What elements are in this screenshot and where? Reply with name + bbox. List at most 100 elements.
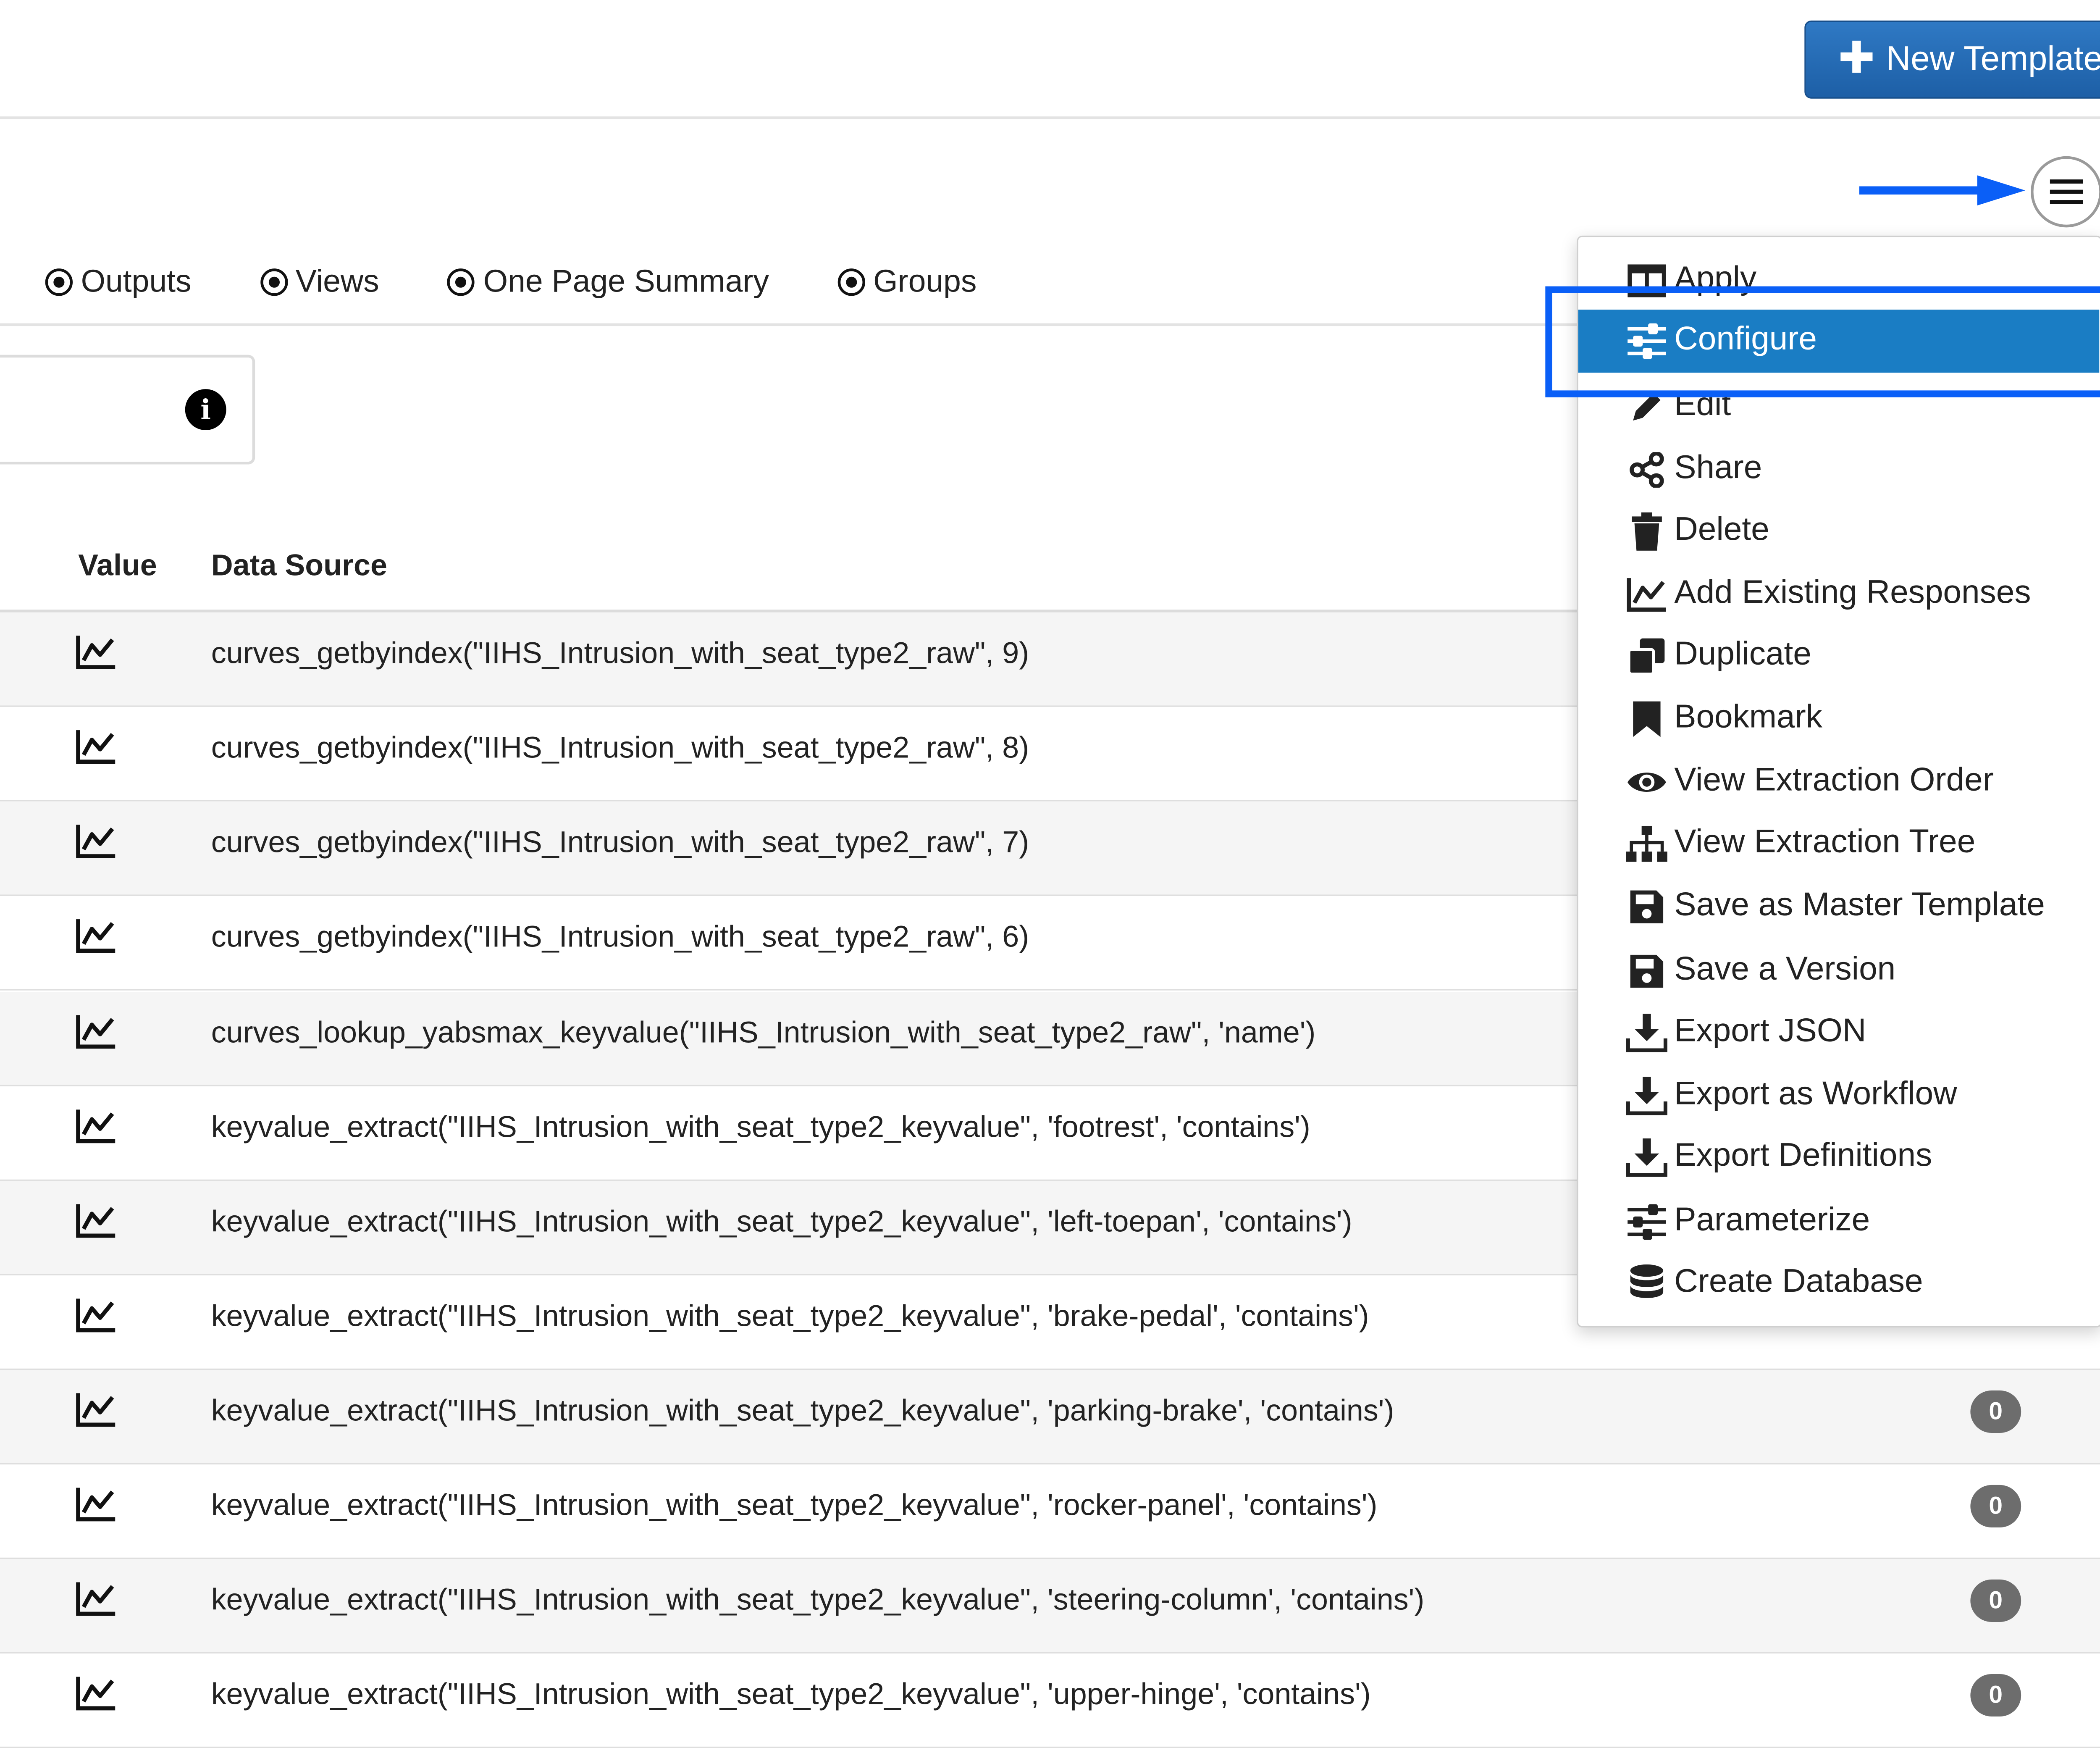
data-source-cell: keyvalue_extract("IIHS_Intrusion_with_se… <box>211 1109 1310 1144</box>
column-header-value[interactable]: Value <box>78 548 157 584</box>
new-template-label: New Template <box>1886 39 2100 78</box>
data-source-cell: keyvalue_extract("IIHS_Intrusion_with_se… <box>211 1204 1352 1238</box>
menu-item-share[interactable]: Share <box>1578 439 2100 499</box>
tab-views[interactable]: Views <box>260 263 379 300</box>
tab-groups[interactable]: Groups <box>837 263 976 300</box>
menu-item-label: Export as Workflow <box>1674 1075 1957 1112</box>
menu-item-view-extraction-tree[interactable]: View Extraction Tree <box>1578 812 2100 873</box>
menu-item-export-as-workflow[interactable]: Export as Workflow <box>1578 1065 2100 1125</box>
menu-item-save-a-version[interactable]: Save a Version <box>1578 940 2100 1000</box>
data-source-cell: curves_lookup_yabsmax_keyvalue("IIHS_Int… <box>211 1015 1316 1049</box>
menu-item-save-as-master-template[interactable]: Save as Master Template <box>1578 875 2100 936</box>
menu-item-label: Export Definitions <box>1674 1137 1932 1174</box>
count-badge: 0 <box>1970 1485 2021 1528</box>
menu-item-label: Delete <box>1674 511 1769 548</box>
data-source-cell: keyvalue_extract("IIHS_Intrusion_with_se… <box>211 1582 1425 1617</box>
trash-icon <box>1626 511 1667 552</box>
line-chart-icon[interactable] <box>76 823 117 859</box>
data-source-cell: curves_getbyindex("IIHS_Intrusion_with_s… <box>211 825 1029 859</box>
tabs-divider <box>0 323 1577 326</box>
data-source-cell: curves_getbyindex("IIHS_Intrusion_with_s… <box>211 730 1029 765</box>
menu-item-parameterize[interactable]: Parameterize <box>1578 1191 2100 1251</box>
line-chart-icon[interactable] <box>76 1014 117 1049</box>
column-header-data-source[interactable]: Data Source <box>211 548 387 584</box>
eye-icon <box>1626 762 1667 803</box>
menu-item-add-existing-responses[interactable]: Add Existing Responses <box>1578 563 2100 623</box>
menu-item-label: Create Database <box>1674 1263 1923 1300</box>
radio-icon <box>260 268 288 295</box>
page: ✚ New Template Outputs Views One Page Su… <box>0 0 2100 1748</box>
download-icon <box>1626 1012 1667 1054</box>
count-badge: 0 <box>1970 1579 2021 1622</box>
line-chart-icon[interactable] <box>76 918 117 954</box>
annotation-arrow-icon <box>1859 175 2025 206</box>
save-icon <box>1626 886 1667 928</box>
database-icon <box>1626 1263 1667 1304</box>
menu-item-bookmark[interactable]: Bookmark <box>1578 688 2100 748</box>
menu-item-delete[interactable]: Delete <box>1578 500 2100 560</box>
line-chart-icon[interactable] <box>76 1675 117 1711</box>
menu-item-view-extraction-order[interactable]: View Extraction Order <box>1578 751 2100 811</box>
menu-item-label: Save as Master Template <box>1674 886 2045 923</box>
menu-item-label: Save a Version <box>1674 951 1896 988</box>
options-dropdown-menu: Apply Configure Edit Share Delete Add Existin… <box>1577 235 2100 1327</box>
data-source-cell: keyvalue_extract("IIHS_Intrusion_with_se… <box>211 1393 1394 1427</box>
sitemap-icon <box>1626 823 1667 865</box>
table-row[interactable]: keyvalue_extract("IIHS_Intrusion_with_se… <box>0 1559 2100 1654</box>
view-tabs: Outputs Views One Page Summary Groups <box>45 263 1045 300</box>
line-chart-icon[interactable] <box>76 1108 117 1144</box>
menu-item-label: Bookmark <box>1674 699 1822 736</box>
header-divider <box>0 116 2100 119</box>
menu-item-label: Export JSON <box>1674 1012 1866 1049</box>
new-template-button[interactable]: ✚ New Template <box>1804 20 2100 99</box>
copy-icon <box>1626 636 1667 677</box>
line-chart-icon[interactable] <box>76 634 117 670</box>
tab-one-page-summary[interactable]: One Page Summary <box>447 263 769 300</box>
line-chart-icon[interactable] <box>76 1581 117 1617</box>
tab-label: Outputs <box>81 263 192 299</box>
line-chart-icon <box>1626 574 1667 615</box>
radio-icon <box>837 268 865 295</box>
download-icon <box>1626 1137 1667 1178</box>
menu-item-export-json[interactable]: Export JSON <box>1578 1001 2100 1062</box>
tab-label: One Page Summary <box>483 263 769 299</box>
menu-item-create-database[interactable]: Create Database <box>1578 1252 2100 1312</box>
data-source-cell: curves_getbyindex("IIHS_Intrusion_with_s… <box>211 919 1029 954</box>
line-chart-icon[interactable] <box>76 729 117 765</box>
line-chart-icon[interactable] <box>76 1392 117 1427</box>
tab-outputs[interactable]: Outputs <box>45 263 192 300</box>
info-icon[interactable]: i <box>185 389 226 430</box>
share-icon <box>1626 449 1667 491</box>
hamburger-icon <box>2050 179 2083 204</box>
count-badge: 0 <box>1970 1390 2021 1433</box>
line-chart-icon[interactable] <box>76 1486 117 1522</box>
data-source-cell: keyvalue_extract("IIHS_Intrusion_with_se… <box>211 1677 1371 1711</box>
download-icon <box>1626 1075 1667 1117</box>
tab-label: Views <box>295 263 379 299</box>
options-menu-button[interactable] <box>2031 156 2100 228</box>
data-source-cell: keyvalue_extract("IIHS_Intrusion_with_se… <box>211 1299 1369 1333</box>
menu-item-label: Share <box>1674 449 1762 486</box>
menu-item-label: View Extraction Order <box>1674 762 1994 799</box>
radio-icon <box>45 268 73 295</box>
menu-item-label: Add Existing Responses <box>1674 574 2031 611</box>
line-chart-icon[interactable] <box>76 1203 117 1238</box>
table-row[interactable]: keyvalue_extract("IIHS_Intrusion_with_se… <box>0 1653 2100 1748</box>
tab-label: Groups <box>873 263 977 299</box>
menu-item-duplicate[interactable]: Duplicate <box>1578 625 2100 685</box>
annotation-highlight-box <box>1545 286 2100 397</box>
plus-icon: ✚ <box>1838 33 1875 82</box>
menu-item-label: Parameterize <box>1674 1201 1870 1238</box>
table-row[interactable]: keyvalue_extract("IIHS_Intrusion_with_se… <box>0 1370 2100 1465</box>
radio-icon <box>447 268 475 295</box>
table-row[interactable]: keyvalue_extract("IIHS_Intrusion_with_se… <box>0 1464 2100 1559</box>
data-source-cell: curves_getbyindex("IIHS_Intrusion_with_s… <box>211 636 1029 670</box>
data-source-cell: keyvalue_extract("IIHS_Intrusion_with_se… <box>211 1488 1378 1522</box>
bookmark-icon <box>1626 699 1667 740</box>
line-chart-icon[interactable] <box>76 1297 117 1333</box>
save-icon <box>1626 951 1667 992</box>
count-badge: 0 <box>1970 1674 2021 1717</box>
menu-item-export-definitions[interactable]: Export Definitions <box>1578 1126 2100 1186</box>
menu-item-label: Duplicate <box>1674 636 1811 673</box>
menu-item-label: View Extraction Tree <box>1674 823 1976 860</box>
